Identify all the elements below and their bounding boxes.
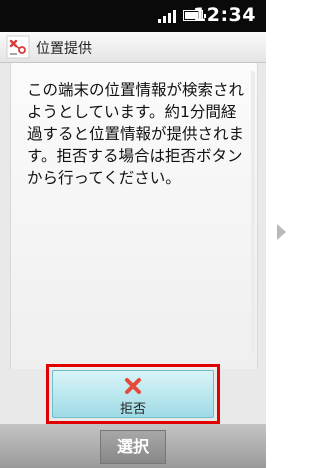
dialog-message: この端末の位置情報が検索されようとしています。約1分間経過すると位置情報が提供さ…	[27, 81, 245, 187]
reject-button[interactable]: 拒否	[52, 370, 214, 418]
bottom-softkey-bar: 選択	[0, 424, 266, 468]
phone-screen: 12:34 位置提供 この端末の位置情報が検索されようとしています。約1分間経過…	[0, 0, 266, 468]
status-time: 12:34	[193, 4, 256, 26]
status-bar: 12:34	[0, 0, 266, 32]
location-icon	[6, 35, 30, 59]
scrollbar[interactable]	[251, 71, 255, 353]
chevron-right-icon	[277, 224, 286, 240]
reject-button-label: 拒否	[119, 402, 146, 417]
title-bar: 位置提供	[0, 32, 266, 63]
dialog-content[interactable]: この端末の位置情報が検索されようとしています。約1分間経過すると位置情報が提供さ…	[10, 63, 258, 369]
close-x-icon	[125, 378, 141, 394]
page-title: 位置提供	[36, 41, 92, 57]
signal-icon	[158, 9, 178, 23]
select-button[interactable]: 選択	[100, 430, 166, 464]
